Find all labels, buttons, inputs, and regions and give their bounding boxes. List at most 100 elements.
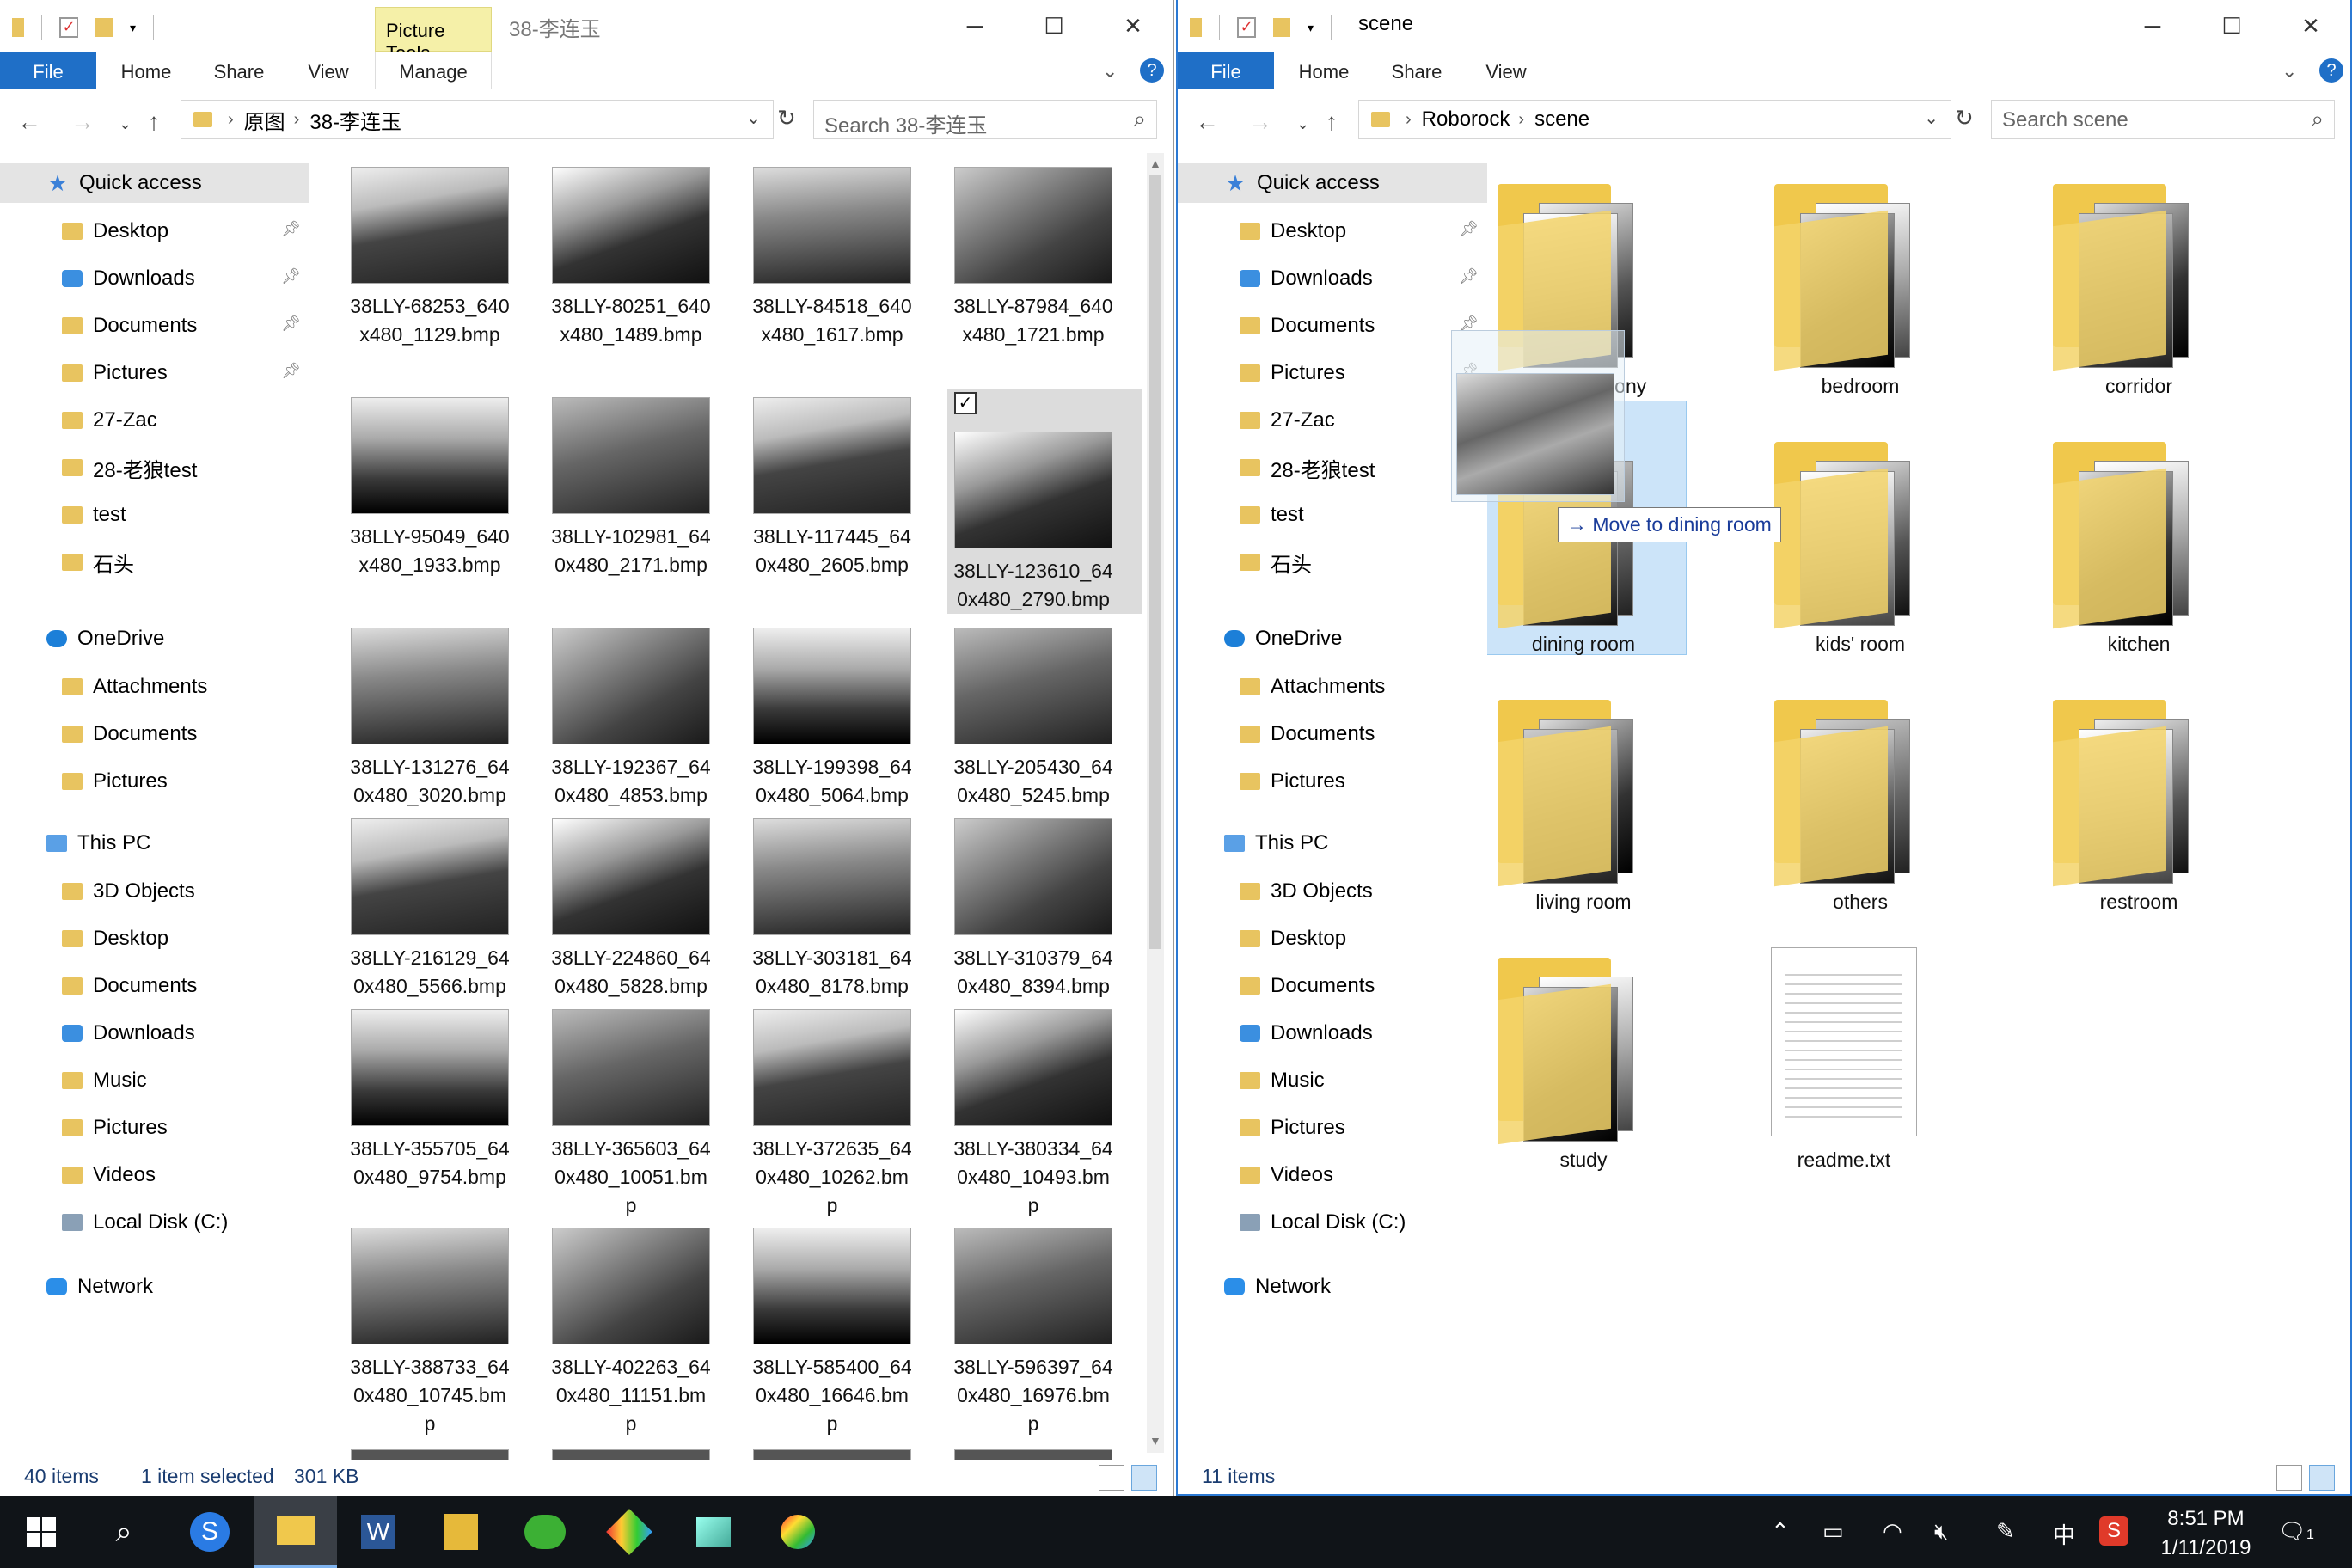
notification-icon[interactable]: 🗨︎1	[2278, 1518, 2314, 1545]
properties-icon[interactable]: ✓	[59, 17, 78, 38]
image-thumbnail[interactable]	[552, 818, 710, 935]
help-icon[interactable]: ?	[1140, 58, 1164, 83]
sidebar-item[interactable]: Documents	[1178, 714, 1487, 754]
start-button[interactable]	[0, 1496, 83, 1568]
sidebar-item[interactable]: Documents	[0, 714, 309, 754]
sidebar-item-onedrive[interactable]: OneDrive	[1178, 619, 1487, 658]
tab-manage[interactable]: Manage	[375, 52, 492, 89]
paint-icon[interactable]	[756, 1496, 839, 1568]
address-bar[interactable]: › 原图 › 38-李连玉 ⌄	[181, 100, 774, 139]
search-icon[interactable]: ⌕	[83, 1496, 165, 1568]
maximize-button[interactable]: ☐	[1014, 0, 1093, 52]
pin-icon[interactable]: 📌︎	[281, 267, 301, 285]
sidebar-item-this-pc[interactable]: This PC	[0, 824, 309, 863]
details-view-icon[interactable]	[2276, 1465, 2302, 1491]
sidebar-item[interactable]: 石头	[0, 542, 309, 582]
word-icon[interactable]: W	[337, 1496, 420, 1568]
sidebar-item[interactable]: Downloads	[1178, 1014, 1487, 1053]
back-arrow-icon[interactable]: ←	[17, 108, 41, 136]
sidebar-item[interactable]: Videos	[0, 1155, 309, 1195]
new-folder-icon[interactable]	[95, 18, 113, 37]
tab-view[interactable]: View	[296, 52, 361, 89]
tab-home[interactable]: Home	[112, 52, 181, 89]
back-arrow-icon[interactable]: ←	[1195, 108, 1219, 136]
folder-item[interactable]: restroom	[2053, 700, 2208, 923]
chevron-down-icon[interactable]: ⌄	[1102, 60, 1118, 83]
folder-item[interactable]: kitchen	[2053, 442, 2208, 665]
breadcrumb-item[interactable]: 原图	[244, 105, 285, 135]
sidebar-item[interactable]: Pictures	[1178, 1108, 1487, 1148]
sidebar-item[interactable]: 3D Objects	[0, 872, 309, 911]
scroll-up-icon[interactable]: ▲	[1149, 156, 1161, 170]
image-thumbnail[interactable]	[552, 1449, 710, 1460]
large-icons-view-icon[interactable]	[1131, 1465, 1157, 1491]
refresh-icon[interactable]: ↻	[777, 105, 796, 132]
sidebar-item[interactable]: test	[0, 495, 309, 535]
sidebar-item[interactable]: Desktop 📌︎	[1178, 211, 1487, 251]
sidebar-item[interactable]: Documents 📌︎	[1178, 306, 1487, 346]
sidebar-item-onedrive[interactable]: OneDrive	[0, 619, 309, 658]
image-thumbnail[interactable]	[753, 1009, 911, 1126]
search-input[interactable]: Search 38-李连玉 ⌕	[813, 100, 1157, 139]
sidebar-item[interactable]: Attachments	[0, 667, 309, 707]
sidebar-item[interactable]: Videos	[1178, 1155, 1487, 1195]
sidebar-item[interactable]: Attachments	[1178, 667, 1487, 707]
text-file-icon[interactable]	[1771, 947, 1917, 1136]
help-icon[interactable]: ?	[2319, 58, 2343, 83]
forward-arrow-icon[interactable]: →	[1248, 108, 1272, 136]
search-input[interactable]: Search scene ⌕	[1991, 100, 2335, 139]
image-thumbnail[interactable]	[954, 818, 1112, 935]
tab-file[interactable]: File	[0, 52, 96, 89]
image-thumbnail[interactable]	[552, 397, 710, 514]
image-thumbnail[interactable]	[351, 167, 509, 284]
vertical-scrollbar[interactable]: ▲ ▼	[1147, 153, 1164, 1453]
properties-icon[interactable]: ✓	[1237, 17, 1256, 38]
scrollbar-thumb[interactable]	[1149, 175, 1161, 949]
large-icons-view-icon[interactable]	[2309, 1465, 2335, 1491]
minimize-button[interactable]: ─	[935, 0, 1014, 52]
image-thumbnail[interactable]	[954, 1449, 1112, 1460]
new-folder-icon[interactable]	[1273, 18, 1290, 37]
up-arrow-icon[interactable]: ↑	[1326, 108, 1338, 136]
pin-icon[interactable]: 📌︎	[281, 220, 301, 238]
sidebar-item-this-pc[interactable]: This PC	[1178, 824, 1487, 863]
sidebar-item[interactable]: Desktop 📌︎	[0, 211, 309, 251]
tab-view[interactable]: View	[1473, 52, 1539, 89]
minimize-button[interactable]: ─	[2113, 0, 2192, 52]
image-thumbnail[interactable]	[552, 167, 710, 284]
scroll-down-icon[interactable]: ▼	[1149, 1434, 1161, 1448]
sidebar-item[interactable]: Pictures 📌︎	[0, 353, 309, 393]
file-explorer-icon[interactable]	[254, 1496, 337, 1568]
sidebar-item[interactable]: Desktop	[0, 919, 309, 959]
sidebar-item-network[interactable]: Network	[1178, 1267, 1487, 1307]
recent-locations-icon[interactable]: ⌄	[1296, 115, 1309, 133]
image-thumbnail[interactable]	[351, 1228, 509, 1344]
image-thumbnail[interactable]	[753, 1449, 911, 1460]
image-thumbnail[interactable]	[954, 167, 1112, 284]
sidebar-item[interactable]: Desktop	[1178, 919, 1487, 959]
tab-file[interactable]: File	[1178, 52, 1274, 89]
up-arrow-icon[interactable]: ↑	[148, 108, 160, 136]
image-thumbnail[interactable]	[351, 1009, 509, 1126]
folder-item[interactable]: study	[1498, 958, 1652, 1181]
pen-icon[interactable]: ✎	[1996, 1518, 2015, 1545]
image-thumbnail[interactable]	[954, 1009, 1112, 1126]
tab-share[interactable]: Share	[206, 52, 272, 89]
quick-access[interactable]: ★ Quick access	[0, 163, 309, 203]
pin-icon[interactable]: 📌︎	[1459, 267, 1479, 285]
image-thumbnail[interactable]	[552, 628, 710, 744]
clock[interactable]: 8:51 PM 1/11/2019	[2146, 1504, 2266, 1563]
sidebar-item[interactable]: Downloads 📌︎	[0, 259, 309, 298]
breadcrumb-item[interactable]: scene	[1534, 107, 1589, 132]
refresh-icon[interactable]: ↻	[1955, 105, 1974, 132]
breadcrumb-item[interactable]: Roborock	[1422, 107, 1510, 132]
pin-icon[interactable]: 📌︎	[281, 362, 301, 380]
address-bar[interactable]: › Roborock › scene ⌄	[1358, 100, 1951, 139]
image-thumbnail[interactable]	[552, 1228, 710, 1344]
maximize-button[interactable]: ☐	[2192, 0, 2271, 52]
app-icon[interactable]	[588, 1496, 671, 1568]
wifi-icon[interactable]: ◠	[1883, 1518, 1902, 1545]
image-thumbnail[interactable]	[753, 397, 911, 514]
tab-home[interactable]: Home	[1289, 52, 1358, 89]
chevron-down-icon[interactable]: ⌄	[746, 107, 761, 129]
